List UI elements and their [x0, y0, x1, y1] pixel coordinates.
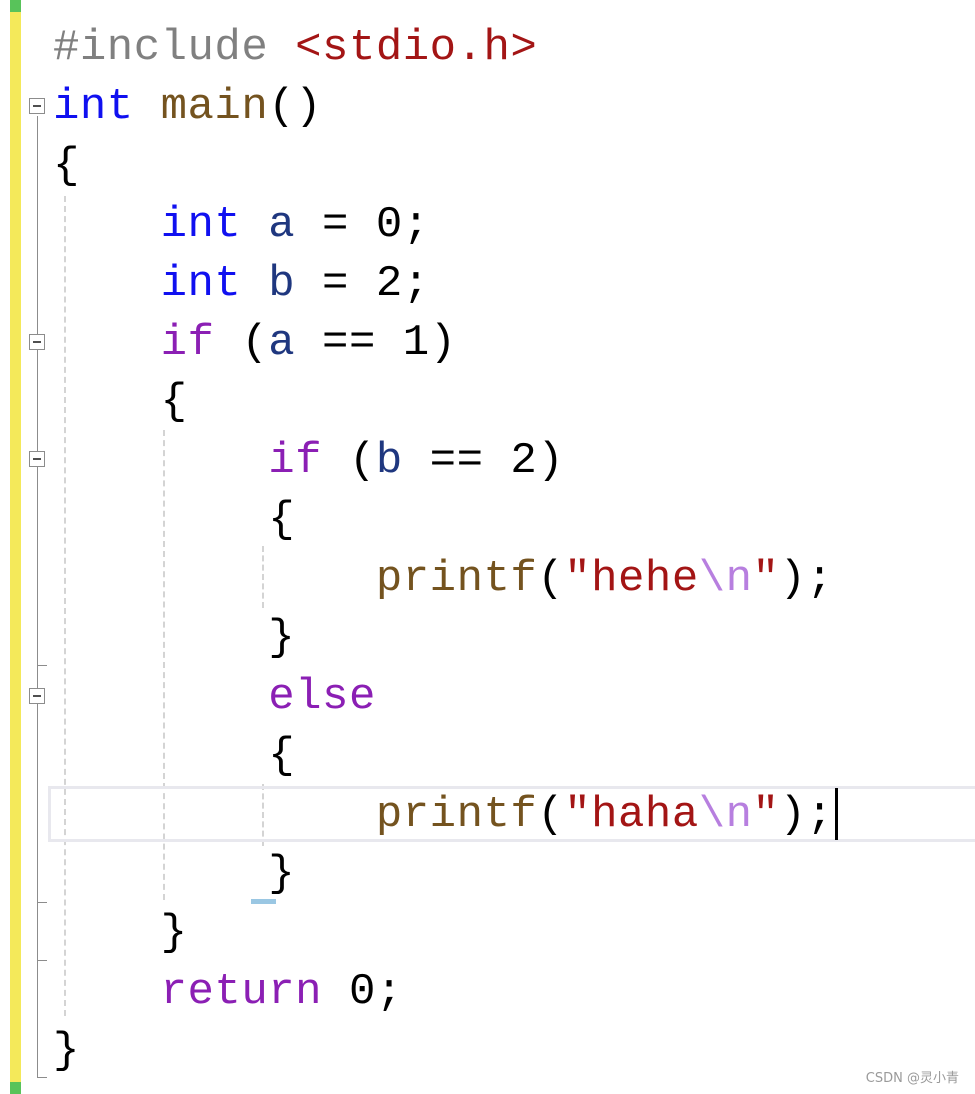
include-header: <stdio.h>	[295, 23, 538, 73]
code-line-17[interactable]: return 0;	[53, 963, 403, 1021]
control-keyword: else	[268, 672, 376, 722]
brace: }	[53, 1026, 80, 1076]
escape-sequence: \n	[698, 790, 753, 840]
function-name: main	[160, 82, 269, 132]
string-quote: "	[752, 790, 780, 840]
collapse-icon[interactable]	[29, 334, 45, 350]
variable: b	[375, 436, 403, 486]
brace: }	[268, 613, 296, 663]
brace: }	[160, 908, 188, 958]
control-keyword: if	[160, 318, 215, 368]
preprocessor-directive: #include	[53, 23, 269, 73]
variable: b	[268, 259, 296, 309]
code-line-7[interactable]: {	[53, 373, 188, 431]
outline-end-tick	[37, 665, 47, 666]
variable: a	[268, 318, 296, 368]
collapse-icon[interactable]	[29, 451, 45, 467]
outline-line	[37, 116, 38, 1078]
outline-end-tick	[37, 902, 47, 903]
text-caret	[835, 788, 839, 841]
condition: == 2)	[402, 436, 565, 486]
collapse-icon[interactable]	[29, 688, 45, 704]
function-name: printf	[375, 554, 538, 604]
function-name: printf	[375, 790, 538, 840]
code-editor[interactable]: #include <stdio.h> int main() { int a = …	[0, 0, 975, 1094]
change-tracking-bar	[10, 0, 21, 1094]
code-line-10[interactable]: printf("hehe\n");	[53, 550, 833, 608]
punctuation: );	[779, 790, 834, 840]
assignment: = 2;	[295, 259, 430, 309]
variable: a	[268, 200, 296, 250]
watermark: CSDN @灵小青	[865, 1071, 959, 1086]
punctuation: (	[537, 790, 565, 840]
punctuation: ()	[268, 82, 323, 132]
brace: {	[53, 141, 80, 191]
return-value: 0;	[322, 967, 403, 1017]
type-keyword: int	[53, 82, 134, 132]
code-line-13[interactable]: {	[53, 727, 295, 785]
control-keyword: return	[160, 967, 323, 1017]
code-line-4[interactable]: int a = 0;	[53, 196, 430, 254]
string-quote: "	[752, 554, 780, 604]
assignment: = 0;	[295, 200, 430, 250]
brace: }	[268, 849, 296, 899]
punctuation: );	[779, 554, 834, 604]
code-line-9[interactable]: {	[53, 491, 295, 549]
punctuation: (	[214, 318, 269, 368]
code-line-3[interactable]: {	[53, 137, 80, 195]
code-line-18[interactable]: }	[53, 1022, 80, 1080]
code-line-15[interactable]: }	[53, 845, 295, 903]
collapse-icon[interactable]	[29, 98, 45, 114]
saved-change-marker	[10, 1082, 21, 1094]
code-line-12[interactable]: else	[53, 668, 376, 726]
control-keyword: if	[268, 436, 323, 486]
code-line-2[interactable]: int main()	[53, 78, 322, 136]
string-quote: "	[564, 554, 592, 604]
code-line-8[interactable]: if (b == 2)	[53, 432, 564, 490]
brace: {	[160, 377, 188, 427]
outline-end-tick	[37, 1077, 47, 1078]
code-line-14[interactable]: printf("haha\n");	[53, 786, 839, 844]
code-line-1[interactable]: #include <stdio.h>	[53, 19, 537, 77]
condition: == 1)	[295, 318, 457, 368]
type-keyword: int	[160, 259, 242, 309]
string-literal: haha	[591, 790, 699, 840]
code-line-11[interactable]: }	[53, 609, 295, 667]
outline-end-tick	[37, 960, 47, 961]
punctuation: (	[537, 554, 565, 604]
type-keyword: int	[160, 200, 242, 250]
brace: {	[268, 731, 296, 781]
code-line-16[interactable]: }	[53, 904, 188, 962]
escape-sequence: \n	[698, 554, 753, 604]
brace: {	[268, 495, 296, 545]
code-line-5[interactable]: int b = 2;	[53, 255, 430, 313]
code-line-6[interactable]: if (a == 1)	[53, 314, 457, 372]
punctuation: (	[322, 436, 376, 486]
string-quote: "	[564, 790, 592, 840]
string-literal: hehe	[591, 554, 699, 604]
saved-change-marker	[10, 0, 21, 12]
brace-match-underline	[251, 899, 276, 904]
